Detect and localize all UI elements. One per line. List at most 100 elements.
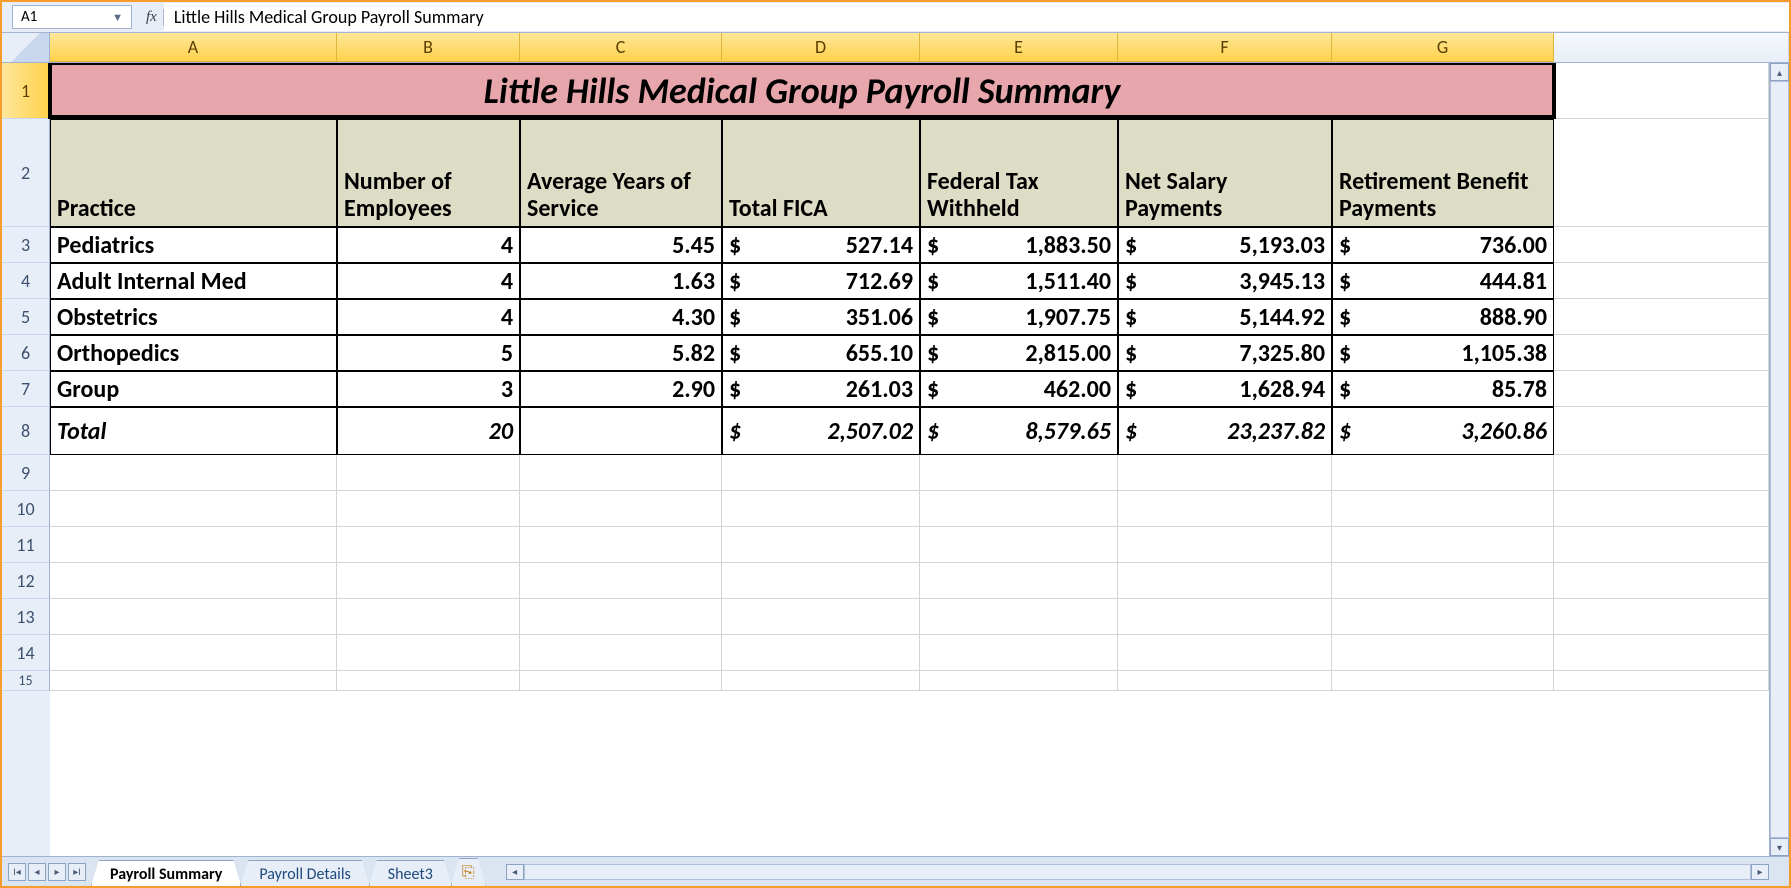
scroll-right-button[interactable]: ▸ [1751,864,1769,880]
cell-ret[interactable]: $85.78 [1332,371,1554,407]
col-header-G[interactable]: G [1332,33,1554,62]
name-box[interactable]: A1 ▼ [12,5,132,29]
cell-fed[interactable]: $1,511.40 [920,263,1118,299]
cell-fica[interactable]: $527.14 [722,227,920,263]
cell-empty[interactable] [520,563,722,599]
cell-avg[interactable]: 4.30 [520,299,722,335]
cell-empty[interactable] [337,599,520,635]
hscroll-track[interactable] [524,864,1751,880]
cell-avg[interactable]: 2.90 [520,371,722,407]
cell-empty[interactable] [50,563,337,599]
cell-practice[interactable]: Obstetrics [50,299,337,335]
cell-empty[interactable] [722,599,920,635]
cell-empty[interactable] [1554,635,1769,671]
cell-total-net[interactable]: $23,237.82 [1118,407,1332,455]
header-practice[interactable]: Practice [50,119,337,227]
vscroll-track[interactable] [1770,81,1789,838]
scroll-down-button[interactable]: ▾ [1770,838,1789,856]
cell-empty[interactable] [520,527,722,563]
cell-net[interactable]: $7,325.80 [1118,335,1332,371]
row-header-4[interactable]: 4 [2,263,50,299]
cell-empty[interactable] [520,491,722,527]
cell-empty[interactable] [1554,491,1769,527]
cell-ret[interactable]: $444.81 [1332,263,1554,299]
cell-empty[interactable] [722,491,920,527]
cell-empty[interactable] [1118,491,1332,527]
cell-empty[interactable] [520,671,722,691]
cell-empty[interactable] [337,527,520,563]
cell-empty[interactable] [1332,491,1554,527]
cell-empty[interactable] [1118,635,1332,671]
col-header-B[interactable]: B [337,33,520,62]
cell-num[interactable]: 4 [337,299,520,335]
tab-sheet3[interactable]: Sheet3 [369,860,452,886]
cell-avg[interactable]: 1.63 [520,263,722,299]
cell-empty[interactable] [1554,299,1769,335]
col-header-E[interactable]: E [920,33,1118,62]
cell-empty[interactable] [50,599,337,635]
cell-empty[interactable] [1554,263,1769,299]
first-sheet-button[interactable]: I◂ [8,863,26,881]
cell-empty[interactable] [1554,455,1769,491]
header-total-fica[interactable]: Total FICA [722,119,920,227]
row-header-2[interactable]: 2 [2,119,50,227]
cell-avg[interactable]: 5.82 [520,335,722,371]
cell-total-ret[interactable]: $3,260.86 [1332,407,1554,455]
row-header-6[interactable]: 6 [2,335,50,371]
row-header-11[interactable]: 11 [2,527,50,563]
cell-net[interactable]: $1,628.94 [1118,371,1332,407]
cell-num[interactable]: 3 [337,371,520,407]
col-header-F[interactable]: F [1118,33,1332,62]
cell-empty[interactable] [1554,335,1769,371]
cell-empty[interactable] [920,635,1118,671]
header-num-employees[interactable]: Number of Employees [337,119,520,227]
cell-net[interactable]: $3,945.13 [1118,263,1332,299]
formula-input[interactable]: Little Hills Medical Group Payroll Summa… [164,3,1789,31]
scroll-up-button[interactable]: ▴ [1770,63,1789,81]
cell-empty[interactable] [337,491,520,527]
cell-empty[interactable] [1332,635,1554,671]
cell-fica[interactable]: $655.10 [722,335,920,371]
cell-fica[interactable]: $351.06 [722,299,920,335]
new-sheet-button[interactable]: ⎘ [451,858,486,886]
col-header-C[interactable]: C [520,33,722,62]
cell-fed[interactable]: $2,815.00 [920,335,1118,371]
header-retirement[interactable]: Retirement Benefit Payments [1332,119,1554,227]
row-header-14[interactable]: 14 [2,635,50,671]
header-federal-tax[interactable]: Federal Tax Withheld [920,119,1118,227]
cell-empty[interactable] [520,599,722,635]
cell-empty[interactable] [722,563,920,599]
cell-fed[interactable]: $1,883.50 [920,227,1118,263]
cell-num[interactable]: 4 [337,227,520,263]
cell-empty[interactable] [50,455,337,491]
cell-total-fica[interactable]: $2,507.02 [722,407,920,455]
cell-empty[interactable] [920,491,1118,527]
cell-practice[interactable]: Pediatrics [50,227,337,263]
cell-empty[interactable] [1554,407,1769,455]
cell-empty[interactable] [1554,371,1769,407]
cell-empty[interactable] [337,455,520,491]
row-header-8[interactable]: 8 [2,407,50,455]
cell-empty[interactable] [520,635,722,671]
cell-num[interactable]: 4 [337,263,520,299]
cell-fed[interactable]: $462.00 [920,371,1118,407]
row-header-13[interactable]: 13 [2,599,50,635]
tab-payroll-summary[interactable]: Payroll Summary [91,860,241,886]
cell-empty[interactable] [1554,527,1769,563]
cell-fed[interactable]: $1,907.75 [920,299,1118,335]
cell-ret[interactable]: $1,105.38 [1332,335,1554,371]
cell-empty[interactable] [50,491,337,527]
insert-function-button[interactable]: fx [136,9,164,26]
cell-empty[interactable] [920,455,1118,491]
cell-empty[interactable] [1118,671,1332,691]
cell-empty[interactable] [520,455,722,491]
cell-net[interactable]: $5,144.92 [1118,299,1332,335]
cell-empty[interactable] [1554,227,1769,263]
row-header-9[interactable]: 9 [2,455,50,491]
cell-empty[interactable] [337,671,520,691]
cell-empty[interactable] [1332,527,1554,563]
col-header-extra[interactable] [1554,33,1789,62]
cell-title[interactable]: Little Hills Medical Group Payroll Summa… [50,63,1554,119]
cell-practice[interactable]: Adult Internal Med [50,263,337,299]
cell-empty[interactable] [1554,599,1769,635]
